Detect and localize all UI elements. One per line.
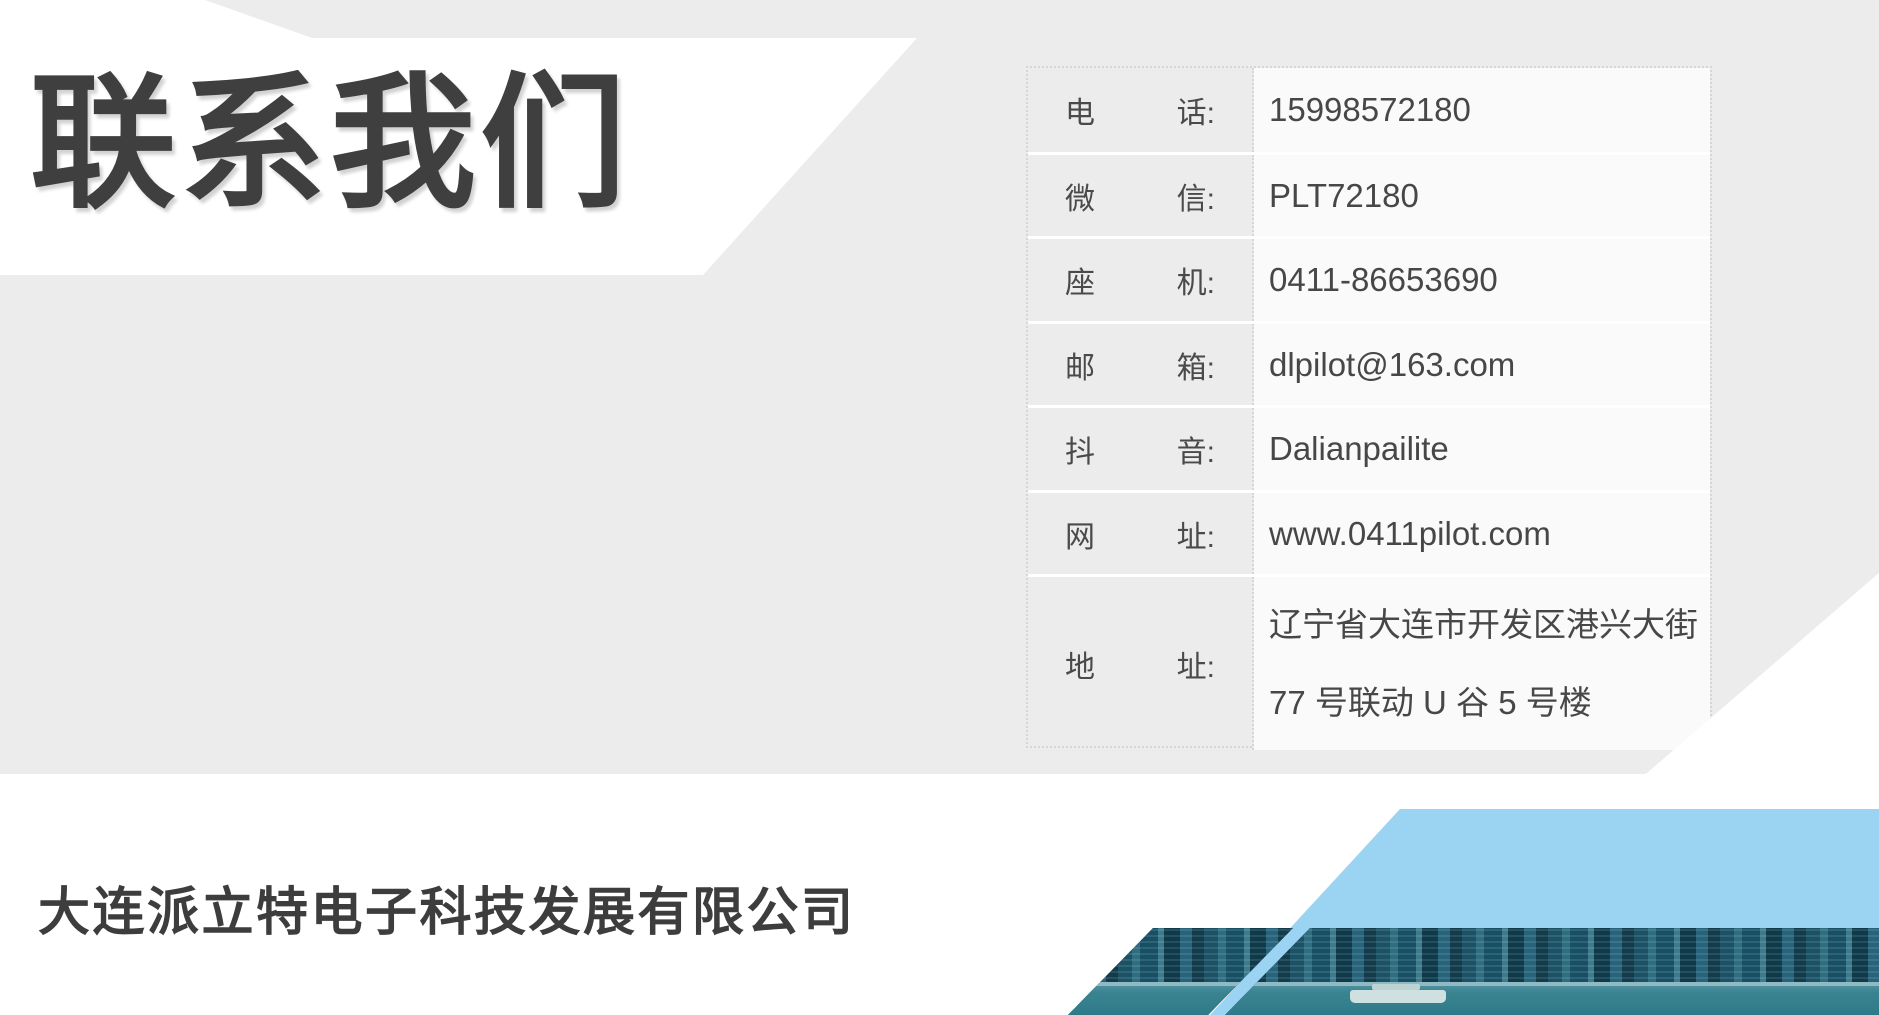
table-row-email: 邮 箱: dlpilot@163.com bbox=[1028, 321, 1710, 405]
company-name: 大连派立特电子科技发展有限公司 bbox=[38, 884, 856, 942]
address-label: 地 址: bbox=[1028, 577, 1254, 750]
contact-table: 电 话: 15998572180 微 信: PLT72180 座 机: 0411… bbox=[1026, 66, 1712, 748]
douyin-value: Dalianpailite bbox=[1254, 408, 1710, 490]
phone-label-left: 电 bbox=[1065, 88, 1095, 132]
phone-label: 电 话: bbox=[1028, 68, 1254, 152]
boat-shape bbox=[1350, 990, 1446, 1003]
landline-label: 座 机: bbox=[1028, 239, 1254, 321]
email-label-right: 箱: bbox=[1177, 343, 1215, 387]
landline-label-left: 座 bbox=[1065, 258, 1095, 302]
address-label-right: 址: bbox=[1177, 642, 1215, 686]
douyin-label: 抖 音: bbox=[1028, 408, 1254, 490]
landline-label-right: 机: bbox=[1177, 258, 1215, 302]
phone-value: 15998572180 bbox=[1254, 68, 1710, 152]
wechat-value: PLT72180 bbox=[1254, 155, 1710, 236]
address-value: 辽宁省大连市开发区港兴大街 77 号联动 U 谷 5 号楼 bbox=[1254, 577, 1710, 750]
website-value: www.0411pilot.com bbox=[1254, 493, 1710, 574]
landline-value: 0411-86653690 bbox=[1254, 239, 1710, 321]
table-row-phone: 电 话: 15998572180 bbox=[1028, 68, 1710, 152]
wechat-label-left: 微 bbox=[1065, 174, 1095, 218]
table-row-address: 地 址: 辽宁省大连市开发区港兴大街 77 号联动 U 谷 5 号楼 bbox=[1028, 574, 1710, 750]
table-row-douyin: 抖 音: Dalianpailite bbox=[1028, 405, 1710, 490]
table-row-landline: 座 机: 0411-86653690 bbox=[1028, 236, 1710, 321]
address-label-left: 地 bbox=[1065, 642, 1095, 686]
douyin-label-left: 抖 bbox=[1065, 427, 1095, 471]
address-line-1: 辽宁省大连市开发区港兴大街 bbox=[1269, 586, 1698, 664]
table-row-website: 网 址: www.0411pilot.com bbox=[1028, 490, 1710, 574]
website-label-right: 址: bbox=[1177, 512, 1215, 556]
email-label-left: 邮 bbox=[1065, 343, 1095, 387]
page-title: 联系我们 bbox=[30, 68, 890, 220]
phone-label-right: 话: bbox=[1177, 88, 1215, 132]
email-value: dlpilot@163.com bbox=[1254, 324, 1710, 405]
table-row-wechat: 微 信: PLT72180 bbox=[1028, 152, 1710, 236]
website-label: 网 址: bbox=[1028, 493, 1254, 574]
wechat-label: 微 信: bbox=[1028, 155, 1254, 236]
wechat-label-right: 信: bbox=[1177, 174, 1215, 218]
email-label: 邮 箱: bbox=[1028, 324, 1254, 405]
website-label-left: 网 bbox=[1065, 512, 1095, 556]
douyin-label-right: 音: bbox=[1177, 427, 1215, 471]
address-line-2: 77 号联动 U 谷 5 号楼 bbox=[1269, 664, 1592, 742]
city-photo bbox=[1020, 928, 1879, 1015]
